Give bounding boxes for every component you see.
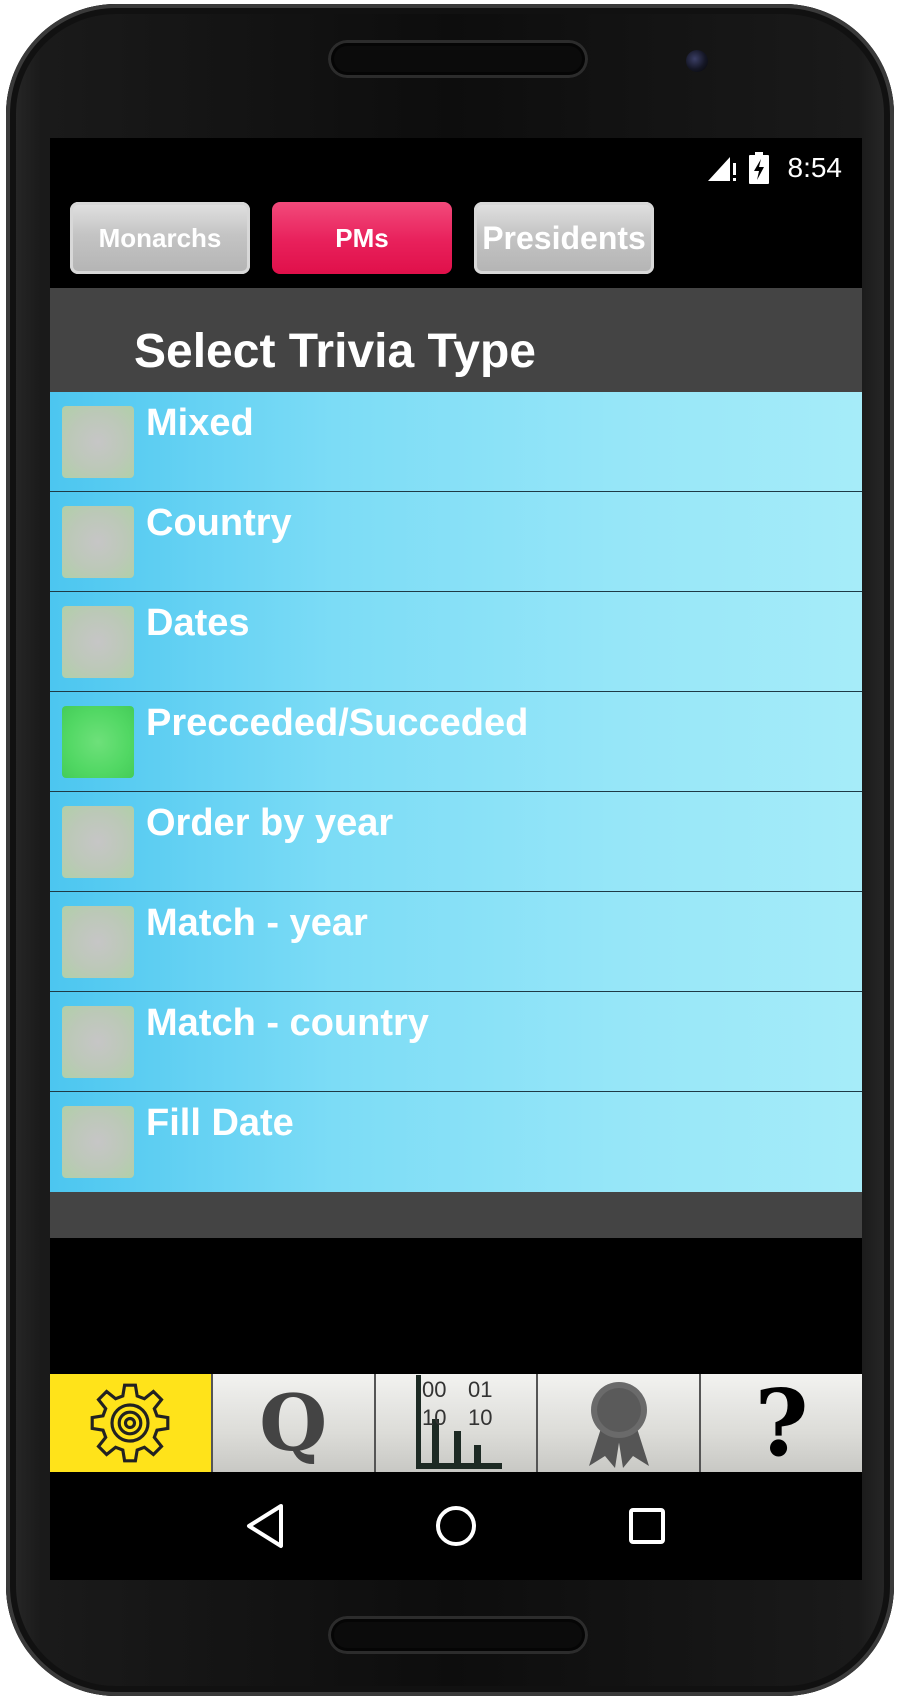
- top-speaker: [328, 40, 588, 78]
- option-label: Mixed: [146, 402, 254, 444]
- trivia-option-preceded-succeeded[interactable]: Precceded/Succeded: [50, 692, 862, 792]
- bottom-speaker: [328, 1616, 588, 1654]
- category-tabs: Monarchs PMs Presidents: [70, 202, 654, 274]
- trivia-option-country[interactable]: Country: [50, 492, 862, 592]
- awards-button[interactable]: [536, 1374, 700, 1472]
- status-time: 8:54: [787, 152, 843, 183]
- option-checkbox[interactable]: [62, 406, 134, 478]
- recents-icon: [628, 1508, 665, 1544]
- phone-screen: 8:54 Monarchs PMs Presidents Select Triv…: [50, 138, 862, 1580]
- tab-pms[interactable]: PMs: [272, 202, 452, 274]
- trivia-option-mixed[interactable]: Mixed: [50, 392, 862, 492]
- stats-digit: 10: [422, 1405, 446, 1430]
- back-icon: [247, 1504, 284, 1548]
- stats-digit: 00: [422, 1377, 446, 1402]
- trivia-type-panel: Select Trivia Type Mixed Country Dates P…: [50, 288, 862, 1238]
- stats-chart-icon: 00 01 10 10: [415, 1375, 502, 1469]
- trivia-option-match-country[interactable]: Match - country: [50, 992, 862, 1092]
- phone-frame: 8:54 Monarchs PMs Presidents Select Triv…: [6, 4, 894, 1696]
- option-label: Order by year: [146, 802, 394, 844]
- quiz-button[interactable]: Q: [210, 1374, 374, 1472]
- option-label: Country: [146, 502, 292, 544]
- panel-title: Select Trivia Type: [134, 325, 536, 378]
- quiz-q-icon: Q: [259, 1377, 328, 1469]
- settings-button[interactable]: [50, 1374, 211, 1472]
- trivia-option-dates[interactable]: Dates: [50, 592, 862, 692]
- award-ribbon-icon: [588, 1382, 649, 1468]
- home-icon: [435, 1506, 476, 1546]
- help-icon: ?: [754, 1369, 809, 1477]
- trivia-option-fill-date[interactable]: Fill Date: [50, 1092, 862, 1192]
- signal-icon: [706, 153, 738, 183]
- help-button[interactable]: ?: [699, 1369, 862, 1477]
- front-camera: [686, 50, 708, 72]
- option-label: Precceded/Succeded: [146, 702, 529, 744]
- android-navigation-bar: [50, 1472, 862, 1580]
- back-button[interactable]: [235, 1496, 295, 1556]
- status-bar: 8:54: [50, 138, 862, 198]
- option-checkbox-checked[interactable]: [62, 706, 134, 778]
- bottom-nav: Q 00 01 10 10 ?: [50, 1369, 862, 1477]
- trivia-option-match-year[interactable]: Match - year: [50, 892, 862, 992]
- stats-button[interactable]: 00 01 10 10: [373, 1374, 537, 1472]
- option-checkbox[interactable]: [62, 506, 134, 578]
- trivia-type-list: Mixed Country Dates Precceded/Succeded O…: [50, 392, 862, 1192]
- tab-presidents[interactable]: Presidents: [474, 202, 654, 274]
- option-label: Fill Date: [146, 1102, 294, 1144]
- option-checkbox[interactable]: [62, 1006, 134, 1078]
- option-checkbox[interactable]: [62, 606, 134, 678]
- recents-button[interactable]: [617, 1496, 677, 1556]
- option-label: Dates: [146, 602, 250, 644]
- battery-charging-icon: [748, 152, 770, 184]
- option-checkbox[interactable]: [62, 1106, 134, 1178]
- stats-digit: 10: [468, 1405, 492, 1430]
- tab-monarchs[interactable]: Monarchs: [70, 202, 250, 274]
- option-checkbox[interactable]: [62, 906, 134, 978]
- trivia-option-order-by-year[interactable]: Order by year: [50, 792, 862, 892]
- option-label: Match - country: [146, 1002, 429, 1044]
- option-label: Match - year: [146, 902, 368, 944]
- home-button[interactable]: [426, 1496, 486, 1556]
- stats-digit: 01: [468, 1377, 492, 1402]
- gear-icon: [91, 1383, 170, 1463]
- option-checkbox[interactable]: [62, 806, 134, 878]
